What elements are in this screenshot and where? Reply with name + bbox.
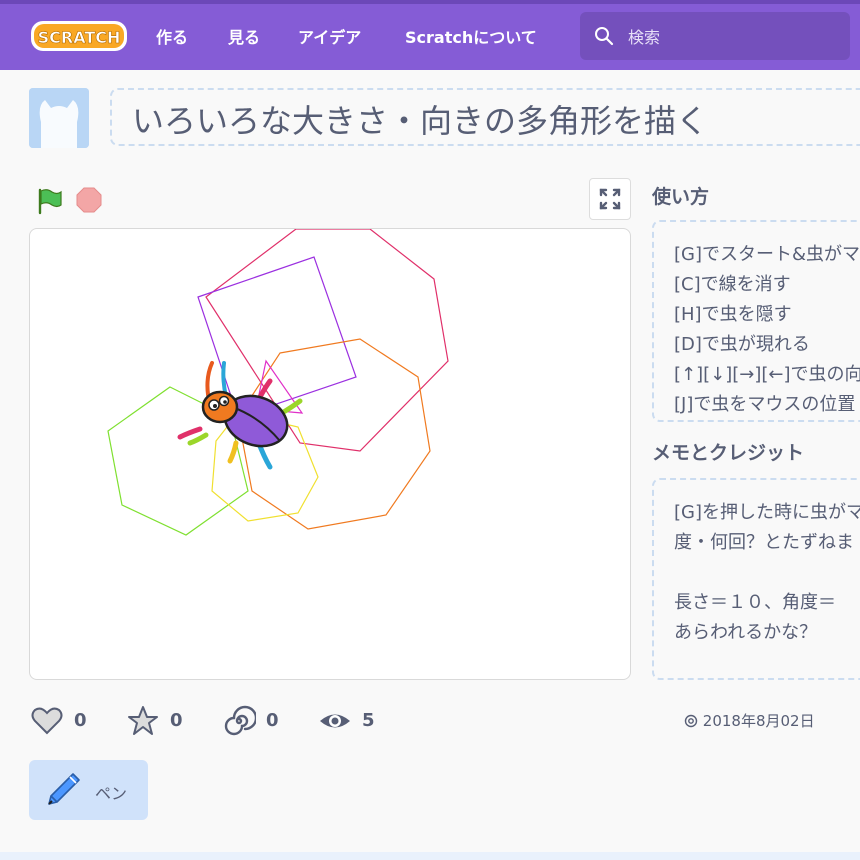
notes-line: あらわれるかな？ <box>674 622 818 643</box>
share-date-icon <box>684 714 698 728</box>
top-navbar: SCRATCH 作る 見る アイデア Scratchについて <box>0 0 860 70</box>
notes-line: 長さ＝１０、角度＝ <box>674 592 836 613</box>
heart-icon <box>31 707 63 735</box>
instructions-line: [C]で線を消す <box>674 274 791 295</box>
pen-icon <box>48 773 80 805</box>
remix-stat: 0 <box>222 704 292 738</box>
cat-avatar-icon <box>29 88 89 148</box>
nav-create[interactable]: 作る <box>156 24 188 48</box>
instructions-line: [↑][↓][→][←]で虫の向 <box>674 364 860 385</box>
shared-date: 2018年8月02日 <box>684 710 815 731</box>
beetle-sprite[interactable] <box>177 361 303 470</box>
stop-icon[interactable] <box>75 186 103 214</box>
green-flag-icon[interactable] <box>34 186 64 216</box>
project-title: いろいろな大きさ・向きの多角形を描く <box>132 102 709 140</box>
instructions-line: [J]で虫をマウスの位置 <box>674 394 856 415</box>
fullscreen-icon <box>599 188 621 210</box>
notes-line: [G]を押した時に虫がマ <box>674 502 860 523</box>
notes-panel[interactable]: [G]を押した時に虫がマ 度・何回？とたずねま 長さ＝１０、角度＝ あらわれるか… <box>652 478 860 680</box>
favorite-button[interactable]: 0 <box>126 704 196 738</box>
search-input[interactable] <box>626 24 830 50</box>
fullscreen-button[interactable] <box>589 178 631 220</box>
pen-extension-label: ペン <box>95 784 128 803</box>
footer-strip <box>0 852 860 860</box>
nav-about[interactable]: Scratchについて <box>405 24 537 48</box>
instructions-line: [H]で虫を隠す <box>674 304 792 325</box>
pen-extension-chip[interactable]: ペン <box>29 760 148 820</box>
logo-text: SCRATCH <box>38 28 121 47</box>
instructions-panel[interactable]: [G]でスタート&虫がマ [C]で線を消す [H]で虫を隠す [D]で虫が現れる… <box>652 220 860 422</box>
search-icon <box>595 27 614 46</box>
notes-line: 度・何回？とたずねま <box>674 532 854 553</box>
eye-icon <box>320 714 350 728</box>
remix-icon <box>224 705 258 736</box>
instructions-line: [D]で虫が現れる <box>674 334 810 355</box>
search-bar[interactable] <box>580 12 850 60</box>
love-count: 0 <box>74 710 87 731</box>
remix-count: 0 <box>266 710 279 731</box>
nav-explore[interactable]: 見る <box>228 24 260 48</box>
navbar-top-strip <box>0 0 860 4</box>
instructions-heading: 使い方 <box>652 186 710 208</box>
notes-heading: メモとクレジット <box>652 442 805 464</box>
love-button[interactable]: 0 <box>30 704 100 738</box>
project-stage[interactable] <box>29 228 631 680</box>
avatar[interactable] <box>29 88 89 148</box>
nav-ideas[interactable]: アイデア <box>298 24 361 48</box>
star-icon <box>128 706 158 735</box>
views-stat: 5 <box>318 704 388 738</box>
project-title-field[interactable]: いろいろな大きさ・向きの多角形を描く <box>110 88 860 146</box>
stage-canvas <box>107 229 449 536</box>
favorite-count: 0 <box>170 710 183 731</box>
shared-date-text: 2018年8月02日 <box>702 712 815 730</box>
instructions-line: [G]でスタート&虫がマ <box>674 244 860 265</box>
views-count: 5 <box>362 710 375 731</box>
scratch-logo[interactable]: SCRATCH <box>30 18 128 54</box>
